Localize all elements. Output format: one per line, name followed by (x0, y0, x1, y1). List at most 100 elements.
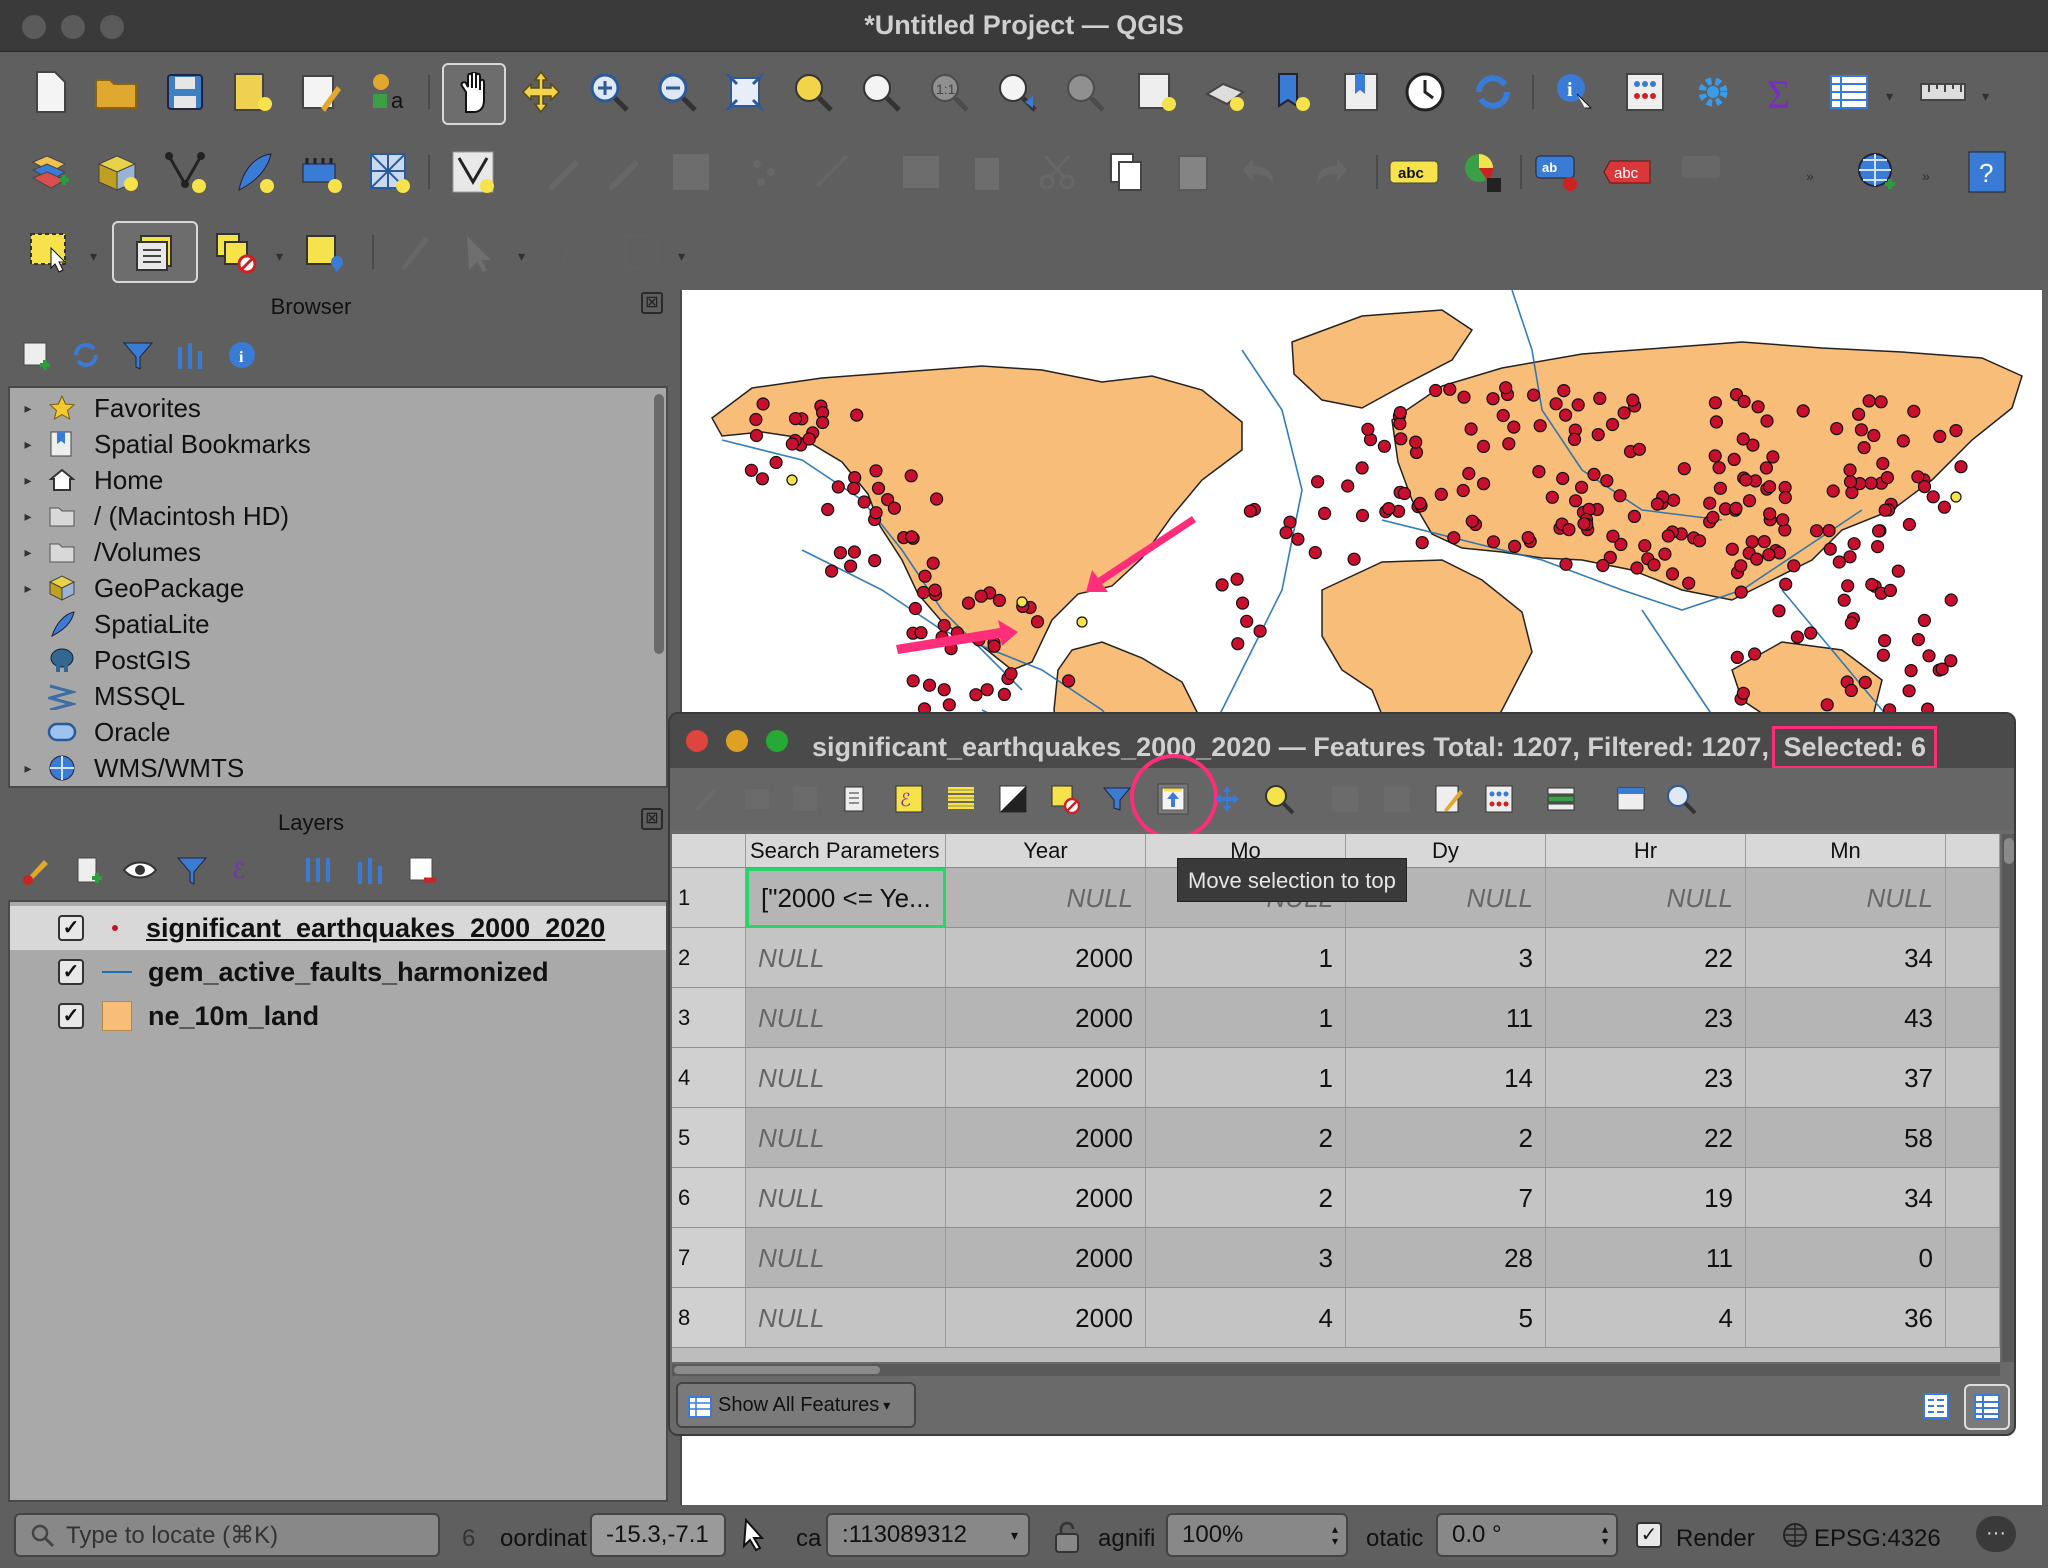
table-cell[interactable]: 2000 (946, 1108, 1146, 1168)
browser-item-macintosh-hd[interactable]: ▸ / (Macintosh HD) (10, 498, 650, 534)
table-cell[interactable]: 22 (1546, 928, 1746, 988)
new-field-button[interactable] (1318, 772, 1372, 826)
table-vertical-scrollbar[interactable] (2002, 834, 2014, 1362)
pan-map-button[interactable] (442, 63, 506, 125)
render-checkbox[interactable]: ✓ (1636, 1522, 1662, 1548)
toggle-editing-mode-button[interactable] (678, 772, 732, 826)
browser-item-home[interactable]: ▸ Home (10, 462, 650, 498)
zoom-map-to-selected-button[interactable] (1252, 772, 1306, 826)
new-map-view-button[interactable] (1130, 65, 1184, 119)
layers-panel-close-button[interactable]: ⊠ (641, 808, 663, 830)
table-horizontal-scrollbar[interactable] (672, 1364, 2000, 1376)
select-by-value-button[interactable] (112, 221, 198, 283)
zoom-out-button[interactable] (650, 65, 704, 119)
browser-panel-close-button[interactable]: ⊠ (641, 292, 663, 314)
table-cell[interactable]: 34 (1746, 928, 1946, 988)
table-cell[interactable]: 1 (1146, 988, 1346, 1048)
metasearch-globe-icon[interactable] (1850, 145, 1904, 199)
table-cell[interactable]: NULL (1746, 868, 1946, 928)
browser-item-oracle[interactable]: Oracle (10, 714, 650, 750)
table-cell[interactable]: NULL (946, 868, 1146, 928)
table-cell[interactable]: NULL (746, 1288, 946, 1348)
pan-map-to-selected-button[interactable] (1200, 772, 1254, 826)
rotation-spinbox[interactable]: 0.0 ° ▴ ▾ (1436, 1513, 1618, 1557)
table-cell[interactable]: 43 (1746, 988, 1946, 1048)
current-edits-button[interactable] (536, 145, 590, 199)
annotation-pen-button[interactable] (386, 225, 440, 279)
undo-button[interactable] (1234, 145, 1288, 199)
crs-button[interactable]: EPSG:4326 (1814, 1525, 1941, 1553)
new-virtual-layer-button[interactable] (362, 145, 416, 199)
row-header[interactable]: 2 (672, 928, 746, 988)
new-geopackage-layer-button[interactable] (90, 145, 144, 199)
minimize-table-button[interactable] (726, 730, 748, 752)
select-features-button[interactable] (22, 225, 76, 279)
save-project-button[interactable] (158, 65, 212, 119)
table-cell[interactable]: 22 (1546, 1108, 1746, 1168)
browser-item-wms-wmts[interactable]: ▸ WMS/WMTS (10, 750, 650, 786)
column-header-mn[interactable]: Mn (1746, 834, 1946, 868)
new-spatialite-layer-button[interactable] (226, 145, 280, 199)
table-cell[interactable]: NULL (746, 1108, 946, 1168)
table-cell[interactable]: 14 (1346, 1048, 1546, 1108)
table-cell[interactable]: 19 (1546, 1168, 1746, 1228)
add-group-button[interactable] (66, 842, 110, 898)
row-header[interactable]: 6 (672, 1168, 746, 1228)
zoom-in-button[interactable] (582, 65, 636, 119)
attribute-grid[interactable]: Search Parameters Year Mo Dy Hr Mn 1 ["20… (672, 834, 2000, 1362)
row-header[interactable]: 3 (672, 988, 746, 1048)
table-cell[interactable]: 3 (1346, 928, 1546, 988)
style-panel-button[interactable] (14, 842, 58, 898)
open-project-button[interactable] (90, 65, 144, 119)
table-cell[interactable]: 2000 (946, 1048, 1146, 1108)
delete-field-button[interactable] (1370, 772, 1424, 826)
digitize-toolbar-button[interactable] (446, 145, 500, 199)
measure-line-button[interactable] (1916, 65, 1970, 119)
properties-info-icon[interactable]: i (220, 326, 264, 384)
show-spatial-bookmarks-button[interactable] (1334, 65, 1388, 119)
browser-item-spatialite[interactable]: SpatiaLite (10, 606, 650, 642)
collapse-layers-button[interactable] (348, 842, 392, 898)
coordinate-field[interactable]: -15.3,-7.1 (590, 1513, 726, 1557)
refresh-browser-button[interactable] (64, 326, 108, 384)
zoom-last-button[interactable] (990, 65, 1044, 119)
browser-item-mssql[interactable]: MSSQL (10, 678, 650, 714)
new-temporary-layer-button[interactable] (294, 145, 348, 199)
zoom-to-selection-button[interactable] (786, 65, 840, 119)
layer-visibility-checkbox[interactable]: ✓ (58, 959, 84, 985)
layer-visibility-checkbox[interactable]: ✓ (58, 1003, 84, 1029)
table-cell[interactable]: NULL (746, 988, 946, 1048)
zoom-to-layer-button[interactable] (854, 65, 908, 119)
delete-selected-button[interactable] (960, 145, 1014, 199)
row-header[interactable]: 7 (672, 1228, 746, 1288)
layout-manager-button[interactable] (294, 65, 348, 119)
open-attribute-table-button[interactable] (1822, 65, 1876, 119)
settings-gear-icon[interactable] (1686, 65, 1740, 119)
toggle-editing-button[interactable] (596, 145, 650, 199)
multi-edit-button[interactable] (730, 772, 784, 826)
column-header-search-parameters[interactable]: Search Parameters (746, 834, 946, 868)
expand-all-button[interactable] (296, 842, 340, 898)
paste-features-button[interactable] (1166, 145, 1220, 199)
table-cell[interactable]: NULL (746, 1228, 946, 1288)
zoom-native-resolution-button[interactable]: 1:1 (922, 65, 976, 119)
row-header[interactable]: 1 (672, 868, 746, 928)
show-all-features-button[interactable]: Show All Features ▾ (676, 1382, 916, 1428)
table-cell[interactable]: NULL (746, 928, 946, 988)
pan-to-selection-button[interactable] (514, 65, 568, 119)
layer-row-faults[interactable]: ✓ gem_active_faults_harmonized (10, 950, 666, 994)
layer-visibility-checkbox[interactable]: ✓ (58, 915, 84, 941)
table-cell[interactable]: 11 (1546, 1228, 1746, 1288)
highlight-pinned-labels-button[interactable]: ab (1530, 145, 1584, 199)
move-label-button[interactable] (1676, 145, 1730, 199)
table-cell[interactable]: NULL (746, 1168, 946, 1228)
visibility-eye-icon[interactable] (118, 842, 162, 898)
conditional-formatting-button[interactable] (1472, 772, 1526, 826)
table-cell[interactable]: 2000 (946, 1228, 1146, 1288)
modify-attributes-button[interactable] (894, 145, 948, 199)
browser-scrollbar[interactable] (654, 394, 664, 654)
temporal-controller-button[interactable] (1398, 65, 1452, 119)
show-hide-labels-button[interactable]: abc (1598, 145, 1658, 199)
add-selected-layers-button[interactable] (14, 326, 58, 384)
filter-legend-button[interactable] (170, 842, 214, 898)
